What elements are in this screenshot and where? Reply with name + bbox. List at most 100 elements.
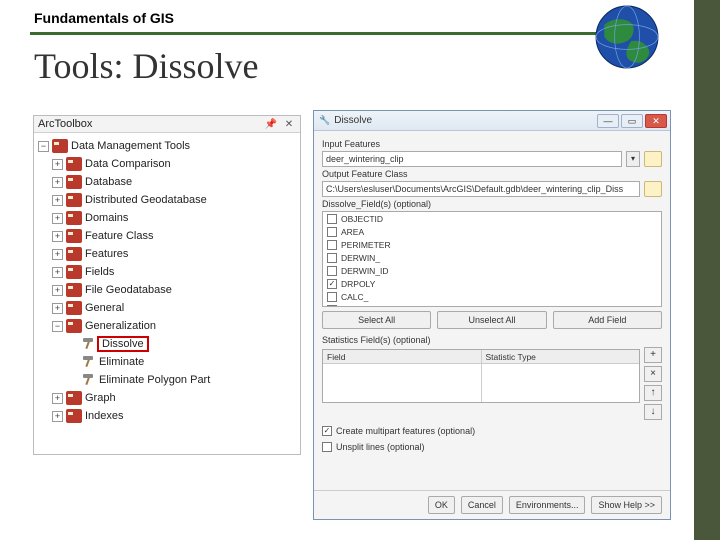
field-list-item[interactable]: CALC_ — [323, 290, 661, 303]
field-list-item[interactable]: DERWIN_ID — [323, 264, 661, 277]
field-name: DERWIN_ — [341, 253, 380, 263]
tree-item-label: Domains — [85, 212, 128, 224]
browse-button[interactable] — [644, 181, 662, 197]
tree-item[interactable]: +File Geodatabase — [38, 281, 298, 299]
field-list-item[interactable]: ACRES — [323, 303, 661, 307]
tree-item[interactable]: Eliminate Polygon Part — [38, 371, 298, 389]
field-name: OBJECTID — [341, 214, 383, 224]
select-all-button[interactable]: Select All — [322, 311, 431, 329]
tree-item-label: Indexes — [85, 410, 124, 422]
expander-icon[interactable]: + — [52, 303, 63, 314]
tree-item[interactable]: +Fields — [38, 263, 298, 281]
field-list-item[interactable]: DRPOLY — [323, 277, 661, 290]
expander-icon[interactable]: + — [52, 177, 63, 188]
slide-title: Tools: Dissolve — [0, 35, 694, 95]
dialog-titlebar[interactable]: 🔧 Dissolve — ▭ ✕ — [314, 111, 670, 131]
environments-button[interactable]: Environments... — [509, 496, 586, 514]
field-name: ACRES — [341, 305, 370, 308]
dialog-footer: OK Cancel Environments... Show Help >> — [314, 490, 670, 519]
field-name: CALC_ — [341, 292, 368, 302]
move-up-button[interactable]: ↑ — [644, 385, 662, 401]
field-list-item[interactable]: PERIMETER — [323, 238, 661, 251]
dropdown-icon[interactable]: ▾ — [626, 151, 640, 167]
field-checkbox[interactable] — [327, 214, 337, 224]
field-name: PERIMETER — [341, 240, 391, 250]
toolbox-icon — [66, 157, 82, 171]
tree-root-label: Data Management Tools — [71, 140, 190, 152]
field-list-item[interactable]: AREA — [323, 225, 661, 238]
tree-item[interactable]: +General — [38, 299, 298, 317]
field-checkbox[interactable] — [327, 292, 337, 302]
toolbox-icon — [66, 247, 82, 261]
tree-item[interactable]: + Indexes — [38, 407, 298, 425]
multipart-label: Create multipart features (optional) — [336, 426, 475, 436]
tree-item[interactable]: + Domains — [38, 209, 298, 227]
unselect-all-button[interactable]: Unselect All — [437, 311, 546, 329]
close-button[interactable]: ✕ — [645, 114, 667, 128]
expander-icon[interactable]: + — [52, 159, 63, 170]
field-name: AREA — [341, 227, 364, 237]
tree-item[interactable]: + Database — [38, 173, 298, 191]
tree-item[interactable]: +Data Comparison — [38, 155, 298, 173]
field-checkbox[interactable] — [327, 305, 337, 308]
field-checkbox[interactable] — [327, 266, 337, 276]
remove-row-button[interactable]: × — [644, 366, 662, 382]
field-checkbox[interactable] — [327, 279, 337, 289]
expander-icon — [66, 339, 77, 350]
expander-icon[interactable]: + — [52, 267, 63, 278]
field-name: DRPOLY — [341, 279, 375, 289]
tree-item[interactable]: Dissolve — [38, 335, 298, 353]
expander-icon — [66, 375, 77, 386]
field-list-item[interactable]: DERWIN_ — [323, 251, 661, 264]
tree-root[interactable]: − Data Management Tools — [38, 137, 298, 155]
tree-item[interactable]: + Distributed Geodatabase — [38, 191, 298, 209]
move-down-button[interactable]: ↓ — [644, 404, 662, 420]
tree-item-label: Eliminate Polygon Part — [99, 374, 210, 386]
expander-icon[interactable]: + — [52, 393, 63, 404]
field-checkbox[interactable] — [327, 240, 337, 250]
output-field[interactable]: C:\Users\esluser\Documents\ArcGIS\Defaul… — [322, 181, 640, 197]
toolbox-tree: − Data Management Tools +Data Comparison… — [34, 133, 300, 427]
tree-item[interactable]: Eliminate — [38, 353, 298, 371]
course-header: Fundamentals of GIS — [0, 0, 694, 32]
dissolve-fields-list[interactable]: OBJECTID AREA PERIMETER DERWIN_DERWIN_ID DRP… — [322, 211, 662, 307]
expander-icon[interactable]: + — [52, 249, 63, 260]
stats-col-type: Statistic Type — [482, 350, 640, 364]
expander-icon[interactable]: − — [52, 321, 63, 332]
expander-icon[interactable]: + — [52, 231, 63, 242]
pin-icon[interactable]: 📌 — [264, 119, 278, 130]
expander-icon[interactable]: + — [52, 195, 63, 206]
minimize-button[interactable]: — — [597, 114, 619, 128]
toolbox-icon — [66, 229, 82, 243]
field-list-item[interactable]: OBJECTID — [323, 212, 661, 225]
show-help-button[interactable]: Show Help >> — [591, 496, 662, 514]
tree-item-label: Distributed Geodatabase — [85, 194, 207, 206]
toolbox-icon — [66, 409, 82, 423]
tree-item[interactable]: +Feature Class — [38, 227, 298, 245]
multipart-checkbox[interactable] — [322, 426, 332, 436]
tree-item-label: Database — [85, 176, 132, 188]
stats-table[interactable]: Field Statistic Type — [322, 349, 640, 403]
ok-button[interactable]: OK — [428, 496, 455, 514]
tree-item[interactable]: + Graph — [38, 389, 298, 407]
input-features-field[interactable]: deer_wintering_clip — [322, 151, 622, 167]
tree-item[interactable]: −Generalization — [38, 317, 298, 335]
cancel-button[interactable]: Cancel — [461, 496, 503, 514]
browse-button[interactable] — [644, 151, 662, 167]
expander-icon[interactable]: + — [52, 411, 63, 422]
add-field-button[interactable]: Add Field — [553, 311, 662, 329]
maximize-button[interactable]: ▭ — [621, 114, 643, 128]
expander-icon[interactable]: + — [52, 213, 63, 224]
close-icon[interactable]: ✕ — [282, 119, 296, 130]
stats-col-field: Field — [323, 350, 481, 364]
tree-item[interactable]: +Features — [38, 245, 298, 263]
toolbox-icon — [66, 175, 82, 189]
add-row-button[interactable]: + — [644, 347, 662, 363]
tree-item-label: Graph — [85, 392, 116, 404]
unsplit-label: Unsplit lines (optional) — [336, 442, 425, 452]
unsplit-checkbox[interactable] — [322, 442, 332, 452]
expander-icon[interactable]: + — [52, 285, 63, 296]
field-checkbox[interactable] — [327, 227, 337, 237]
expander-icon[interactable]: − — [38, 141, 49, 152]
field-checkbox[interactable] — [327, 253, 337, 263]
